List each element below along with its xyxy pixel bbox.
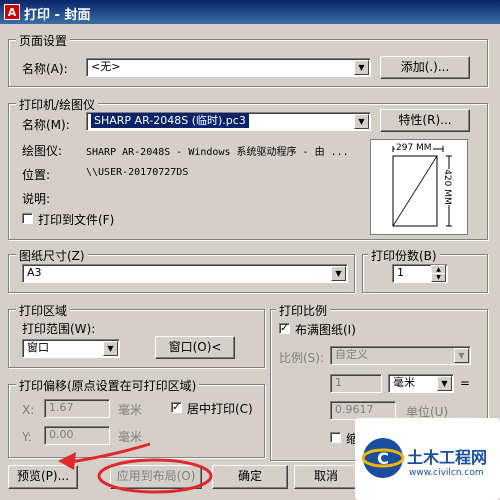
scale-label: 比例(S): [279,351,325,365]
paper-preview-drawing [392,146,452,227]
offset-x-label: X: [22,403,35,417]
scale-value2: 0.9617 [335,403,374,416]
preview-button[interactable]: 预览(P)... [8,465,78,489]
printer-name-value: SHARP AR-2048S (临时).pc3 [91,113,249,128]
description-label: 说明: [22,192,51,206]
copies-spinner[interactable]: 1 ▲ ▼ [392,264,448,283]
scale-unit-value: 毫米 [393,376,415,389]
watermark-text: 土木工程网 [407,448,488,467]
offset-y-label: Y: [22,430,32,444]
page-setup-label: 页面设置 [16,32,71,49]
page-setup-name-dropdown[interactable]: <无> ▼ [86,58,371,77]
chevron-down-icon[interactable]: ▼ [354,114,369,129]
add-page-setup-button[interactable]: 添加(.)... [380,56,470,79]
scale-value1: 1 [335,376,342,389]
center-plot-label[interactable]: 居中打印(C) [187,400,253,417]
app-icon: A [4,4,20,20]
offset-y-value: 0.00 [49,428,74,441]
plot-offset-label: 打印偏移(原点设置在可打印区域) [16,377,200,394]
scale-unit-dropdown[interactable]: 毫米 ▼ [388,374,454,393]
fit-to-paper-checkbox[interactable]: ✓ [279,323,290,334]
scale-value1-input[interactable]: 1 [330,374,382,393]
page-setup-name-label: 名称(A): [22,62,68,76]
offset-x-unit: 毫米 [118,403,143,417]
watermark: C 土木工程网 www.civilcn.com [355,418,500,500]
offset-y-input[interactable]: 0.00 [44,426,110,445]
chevron-down-icon[interactable]: ▼ [331,266,346,281]
window-select-button[interactable]: 窗口(O)< [155,336,235,359]
paper-preview: 297 MM 420 MM [370,139,468,235]
printer-properties-button[interactable]: 特性(R)... [380,109,470,132]
chevron-down-icon[interactable]: ▼ [354,60,369,75]
copies-label: 打印份数(B) [368,247,440,264]
plot-area-label: 打印区域 [16,302,71,319]
printer-name-label: 名称(M): [22,118,70,132]
page-setup-name-value: <无> [91,60,121,73]
spin-down-icon[interactable]: ▼ [431,273,446,282]
cancel-button[interactable]: 取消 [294,465,358,489]
chevron-down-icon[interactable]: ▼ [437,376,452,391]
center-plot-checkbox[interactable]: ✓ [171,402,182,413]
location-label: 位置: [22,168,51,182]
svg-text:C: C [377,449,389,468]
watermark-url: www.civilcn.com [409,468,484,478]
paper-size-label: 图纸尺寸(Z) [16,247,88,264]
copies-value: 1 [397,266,404,279]
printer-label: 打印机/绘图仪 [16,96,99,113]
offset-y-unit: 毫米 [118,430,143,444]
printer-name-dropdown[interactable]: SHARP AR-2048S (临时).pc3 ▼ [86,112,371,131]
window-title: 打印 - 封面 [24,8,91,23]
ok-button[interactable]: 确定 [212,465,288,489]
scale-value: 自定义 [335,348,368,361]
plot-range-value: 窗口 [27,341,49,354]
plot-range-dropdown[interactable]: 窗口 ▼ [22,339,120,358]
scale-dropdown[interactable]: 自定义 ▼ [330,346,471,365]
watermark-logo-icon: C [361,438,405,478]
plot-offset-group [8,384,265,458]
print-to-file-checkbox[interactable] [22,213,33,224]
plotter-label: 绘图仪: [22,144,63,158]
chevron-down-icon[interactable]: ▼ [103,341,118,356]
paper-size-dropdown[interactable]: A3 ▼ [22,264,348,283]
chevron-down-icon[interactable]: ▼ [454,348,469,363]
title-bar[interactable]: A 打印 - 封面 [0,0,500,24]
paper-width-label: 297 MM [395,143,433,153]
offset-x-input[interactable]: 1.67 [44,399,110,418]
apply-to-layout-button[interactable]: 应用到布局(O) [110,465,202,489]
plot-range-label: 打印范围(W): [22,322,96,336]
plot-scale-label: 打印比例 [276,302,331,319]
paper-size-value: A3 [27,266,42,279]
scale-lineweights-checkbox[interactable] [330,432,341,443]
paper-height-label: 420 MM [441,169,452,205]
plotter-value: SHARP AR-2048S - Windows 系统驱动程序 - 由 ... [86,147,349,158]
location-value: \\USER-20170727DS [86,167,189,178]
fit-to-paper-label[interactable]: 布满图纸(I) [295,321,356,338]
offset-x-value: 1.67 [49,401,74,414]
equals-sign: = [460,376,471,390]
print-to-file-label[interactable]: 打印到文件(F) [38,211,114,228]
